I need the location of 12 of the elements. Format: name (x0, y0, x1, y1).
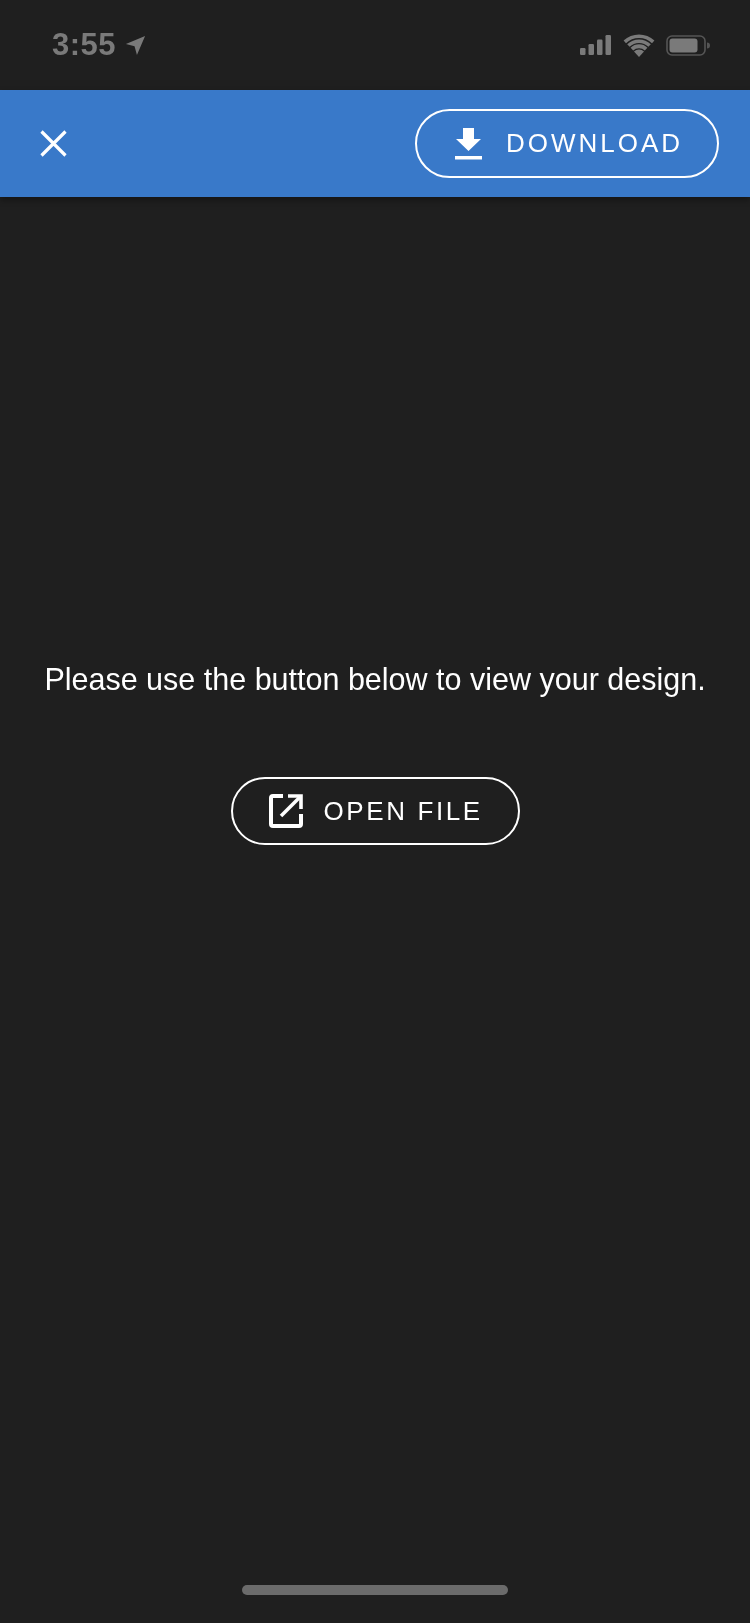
download-button[interactable]: DOWNLOAD (415, 109, 719, 178)
close-icon (40, 130, 67, 157)
location-arrow-icon (124, 33, 148, 57)
wifi-icon (623, 33, 655, 57)
close-button[interactable] (40, 130, 67, 157)
download-icon (455, 127, 482, 160)
instruction-text: Please use the button below to view your design. (44, 661, 706, 697)
battery-icon (666, 34, 710, 56)
status-time: 3:55 (52, 27, 117, 63)
external-link-icon (267, 793, 304, 829)
signal-icon (580, 35, 612, 55)
open-file-button[interactable]: OPEN FILE (230, 777, 520, 845)
